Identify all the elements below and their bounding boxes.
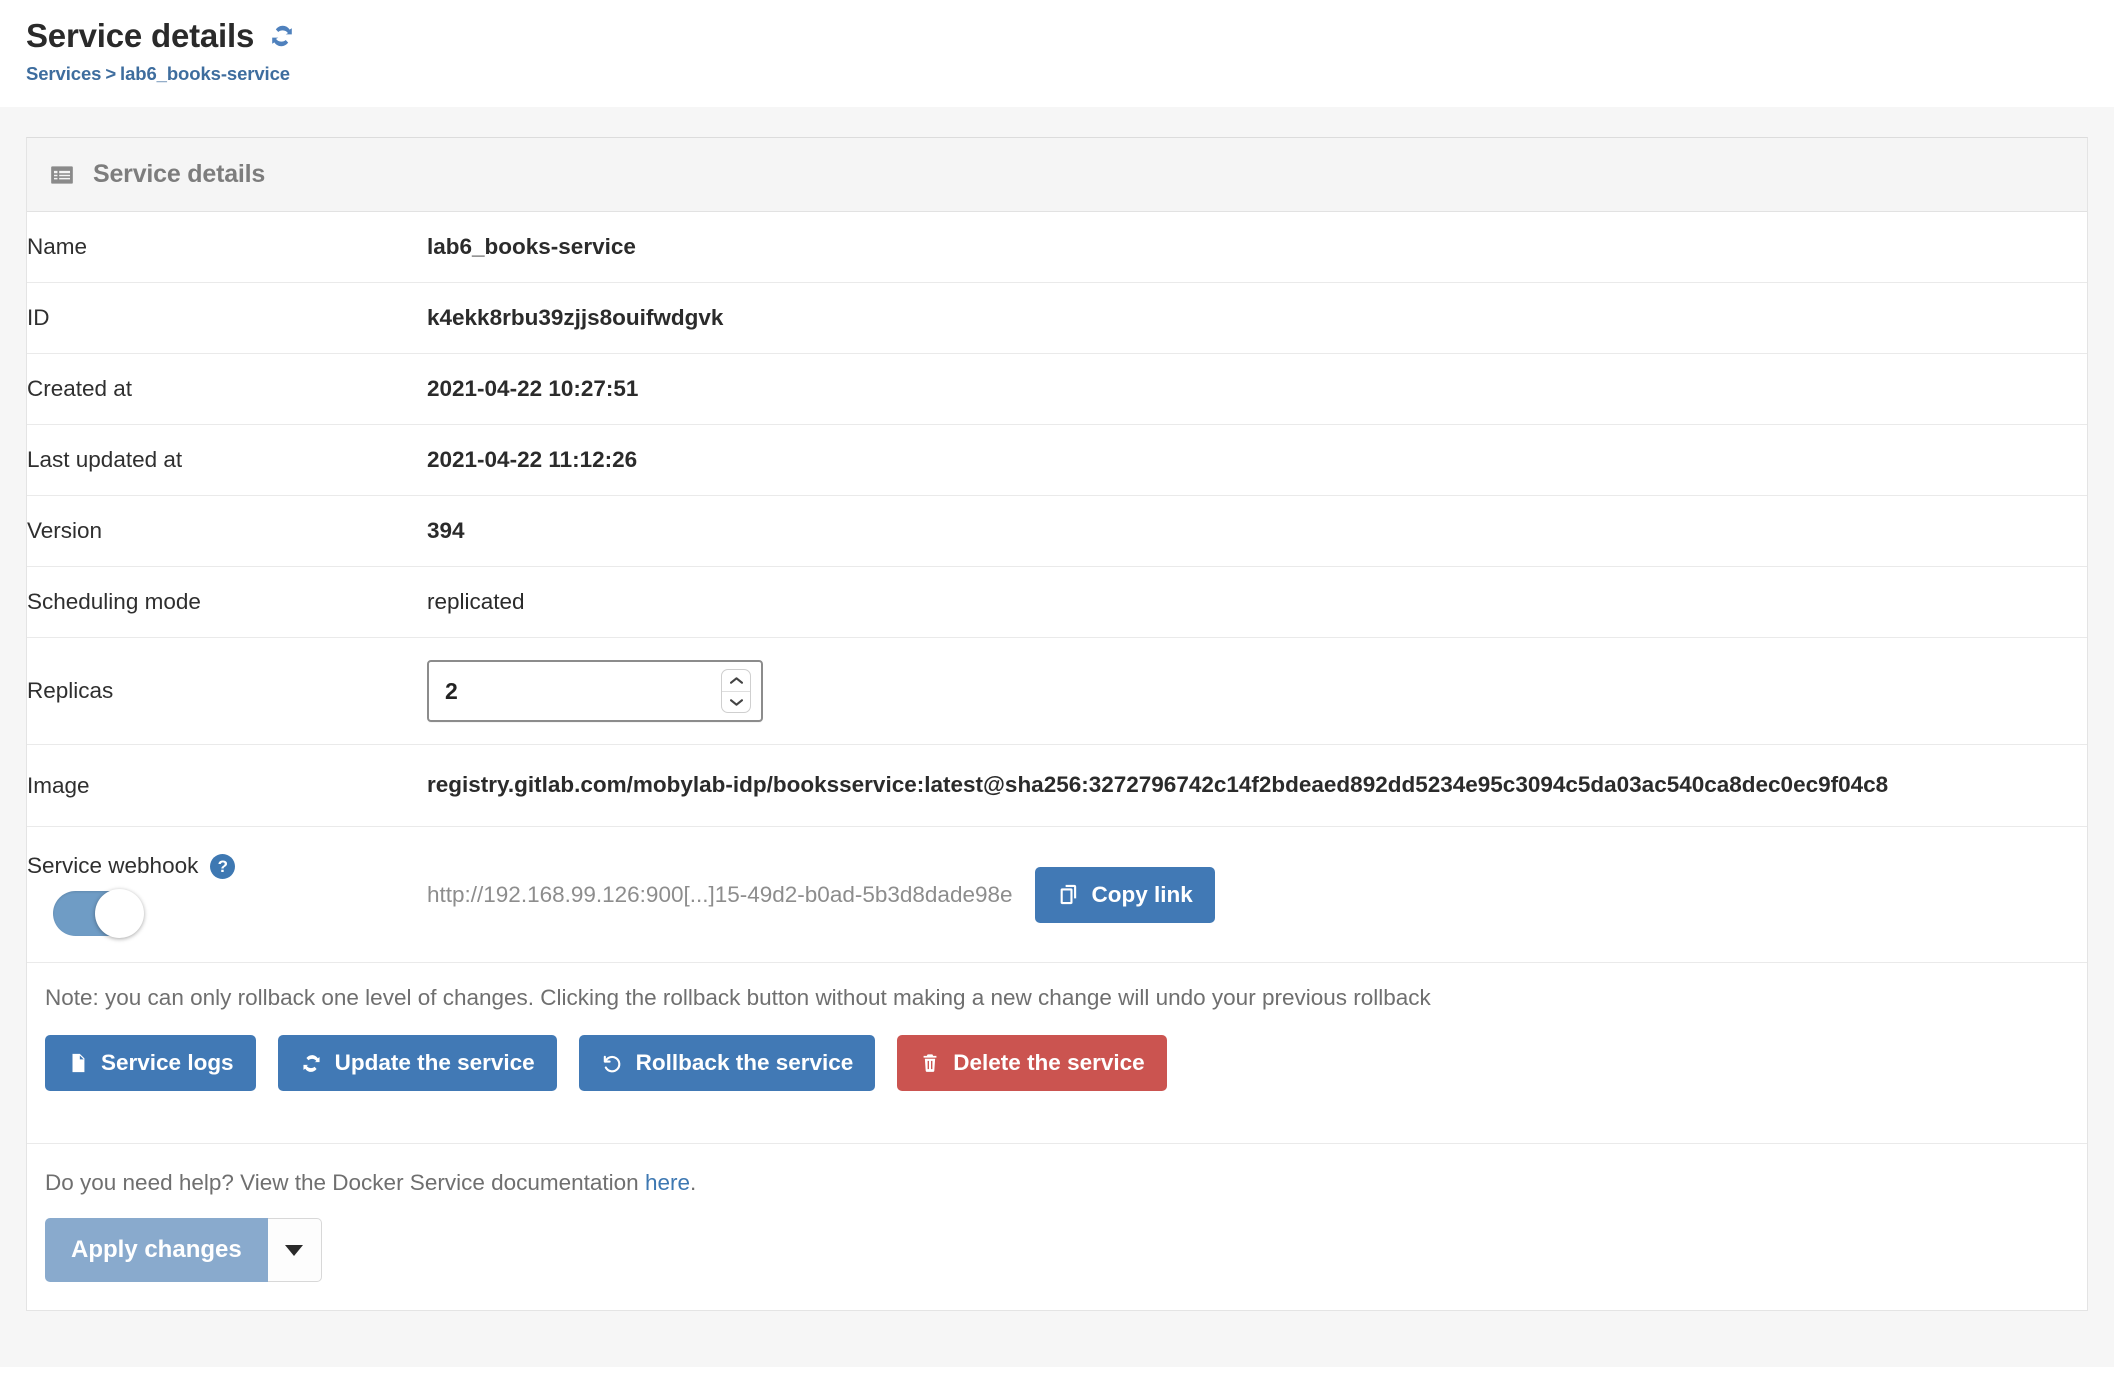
webhook-label: Service webhook — [27, 853, 199, 879]
undo-icon — [601, 1052, 624, 1075]
row-label: ID — [27, 282, 427, 355]
row-label: Last updated at — [27, 424, 427, 497]
row-value: k4ekk8rbu39zjjs8ouifwdgvk — [427, 282, 2087, 355]
row-label: Created at — [27, 353, 427, 426]
replicas-spinner-buttons[interactable] — [721, 669, 751, 714]
rollback-service-label: Rollback the service — [635, 1050, 854, 1076]
file-text-icon — [67, 1052, 89, 1074]
refresh-icon[interactable] — [268, 22, 296, 50]
sync-icon — [300, 1052, 323, 1075]
apply-changes-dropdown-toggle[interactable] — [267, 1218, 322, 1283]
breadcrumb-link-current[interactable]: lab6_books-service — [120, 63, 290, 84]
delete-service-button[interactable]: Delete the service — [897, 1035, 1167, 1092]
row-value: lab6_books-service — [427, 212, 2087, 284]
question-mark-icon[interactable]: ? — [210, 853, 236, 879]
row-label: Scheduling mode — [27, 566, 427, 639]
rollback-note: Note: you can only rollback one level of… — [45, 985, 1431, 1011]
panel-title: Service details — [93, 160, 266, 189]
service-details-panel: Service details Name lab6_books-service … — [26, 137, 2088, 1312]
row-value: 2021-04-22 11:12:26 — [427, 424, 2087, 497]
row-value: 394 — [427, 495, 2087, 568]
page-body: Service details Name lab6_books-service … — [0, 107, 2114, 1368]
update-service-label: Update the service — [334, 1050, 535, 1076]
row-label-image: Image — [27, 744, 427, 828]
table-row-webhook: Service webhook ? http://192.168.99.126:… — [27, 826, 2087, 964]
row-label: Version — [27, 495, 427, 568]
webhook-value-row: http://192.168.99.126:900[...]15-49d2-b0… — [427, 866, 2087, 923]
rollback-note-wrap: Note: you can only rollback one level of… — [27, 963, 2087, 1011]
replicas-stepper[interactable]: 2 — [427, 660, 763, 723]
service-logs-label: Service logs — [101, 1050, 234, 1076]
row-label-replicas: Replicas — [27, 637, 427, 746]
chevron-up-icon[interactable] — [722, 670, 750, 692]
delete-service-label: Delete the service — [953, 1050, 1145, 1076]
table-row: Scheduling mode replicated — [27, 566, 2087, 639]
breadcrumb-separator: > — [105, 63, 117, 85]
service-logs-button[interactable]: Service logs — [45, 1035, 256, 1092]
footer-cell: Do you need help? View the Docker Servic… — [27, 1144, 2087, 1310]
action-buttons: Service logs Update the service Rollback… — [27, 1011, 2087, 1145]
row-value-image: registry.gitlab.com/mobylab-idp/booksser… — [427, 744, 2087, 828]
table-row-image: Image registry.gitlab.com/mobylab-idp/bo… — [27, 744, 2087, 828]
image-reference: registry.gitlab.com/mobylab-idp/booksser… — [427, 772, 1889, 798]
breadcrumb-link-services[interactable]: Services — [26, 63, 101, 84]
copy-link-label: Copy link — [1091, 881, 1193, 907]
trash-icon — [919, 1052, 941, 1074]
apply-changes-button[interactable]: Apply changes — [45, 1218, 268, 1283]
row-value: replicated — [427, 566, 2087, 639]
service-details-table: Name lab6_books-service ID k4ekk8rbu39zj… — [27, 212, 2087, 1310]
rollback-service-button[interactable]: Rollback the service — [578, 1035, 876, 1092]
table-row: Name lab6_books-service — [27, 212, 2087, 284]
chevron-down-icon — [285, 1244, 304, 1256]
page-title-row: Service details — [26, 17, 2088, 54]
page-header: Service details Services > lab6_books-serv… — [0, 0, 2114, 85]
replicas-input-value[interactable]: 2 — [445, 678, 721, 705]
table-row: ID k4ekk8rbu39zjjs8ouifwdgvk — [27, 282, 2087, 355]
row-value-replicas: 2 — [427, 637, 2087, 746]
row-value: 2021-04-22 10:27:51 — [427, 353, 2087, 426]
table-row-actions: Note: you can only rollback one level of… — [27, 963, 2087, 1145]
table-list-icon — [49, 162, 75, 188]
breadcrumb: Services > lab6_books-service — [26, 63, 2088, 85]
panel-header: Service details — [27, 138, 2087, 213]
apply-changes-group: Apply changes — [45, 1218, 322, 1283]
actions-cell: Note: you can only rollback one level of… — [27, 963, 2087, 1145]
help-text-before: Do you need help? View the Docker Servic… — [45, 1170, 645, 1196]
copy-link-button[interactable]: Copy link — [1034, 866, 1215, 923]
webhook-url: http://192.168.99.126:900[...]15-49d2-b0… — [427, 881, 1013, 907]
chevron-down-icon[interactable] — [722, 692, 750, 713]
table-row: Version 394 — [27, 495, 2087, 568]
page-title: Service details — [26, 17, 255, 54]
row-label: Name — [27, 212, 427, 284]
table-row: Created at 2021-04-22 10:27:51 — [27, 353, 2087, 426]
docs-link[interactable]: here — [645, 1170, 690, 1195]
webhook-label-row: Service webhook ? — [27, 853, 427, 879]
help-text-after: . — [690, 1170, 697, 1196]
panel-footer: Do you need help? View the Docker Servic… — [27, 1144, 2087, 1310]
row-label-webhook: Service webhook ? — [27, 826, 427, 964]
table-row: Last updated at 2021-04-22 11:12:26 — [27, 424, 2087, 497]
update-service-button[interactable]: Update the service — [277, 1035, 557, 1092]
toggle-knob — [95, 889, 144, 939]
help-line: Do you need help? View the Docker Servic… — [45, 1170, 2069, 1196]
table-row-footer: Do you need help? View the Docker Servic… — [27, 1144, 2087, 1310]
table-row-replicas: Replicas 2 — [27, 637, 2087, 746]
copy-icon — [1057, 883, 1080, 906]
row-value-webhook: http://192.168.99.126:900[...]15-49d2-b0… — [427, 826, 2087, 964]
webhook-toggle[interactable] — [53, 889, 144, 939]
